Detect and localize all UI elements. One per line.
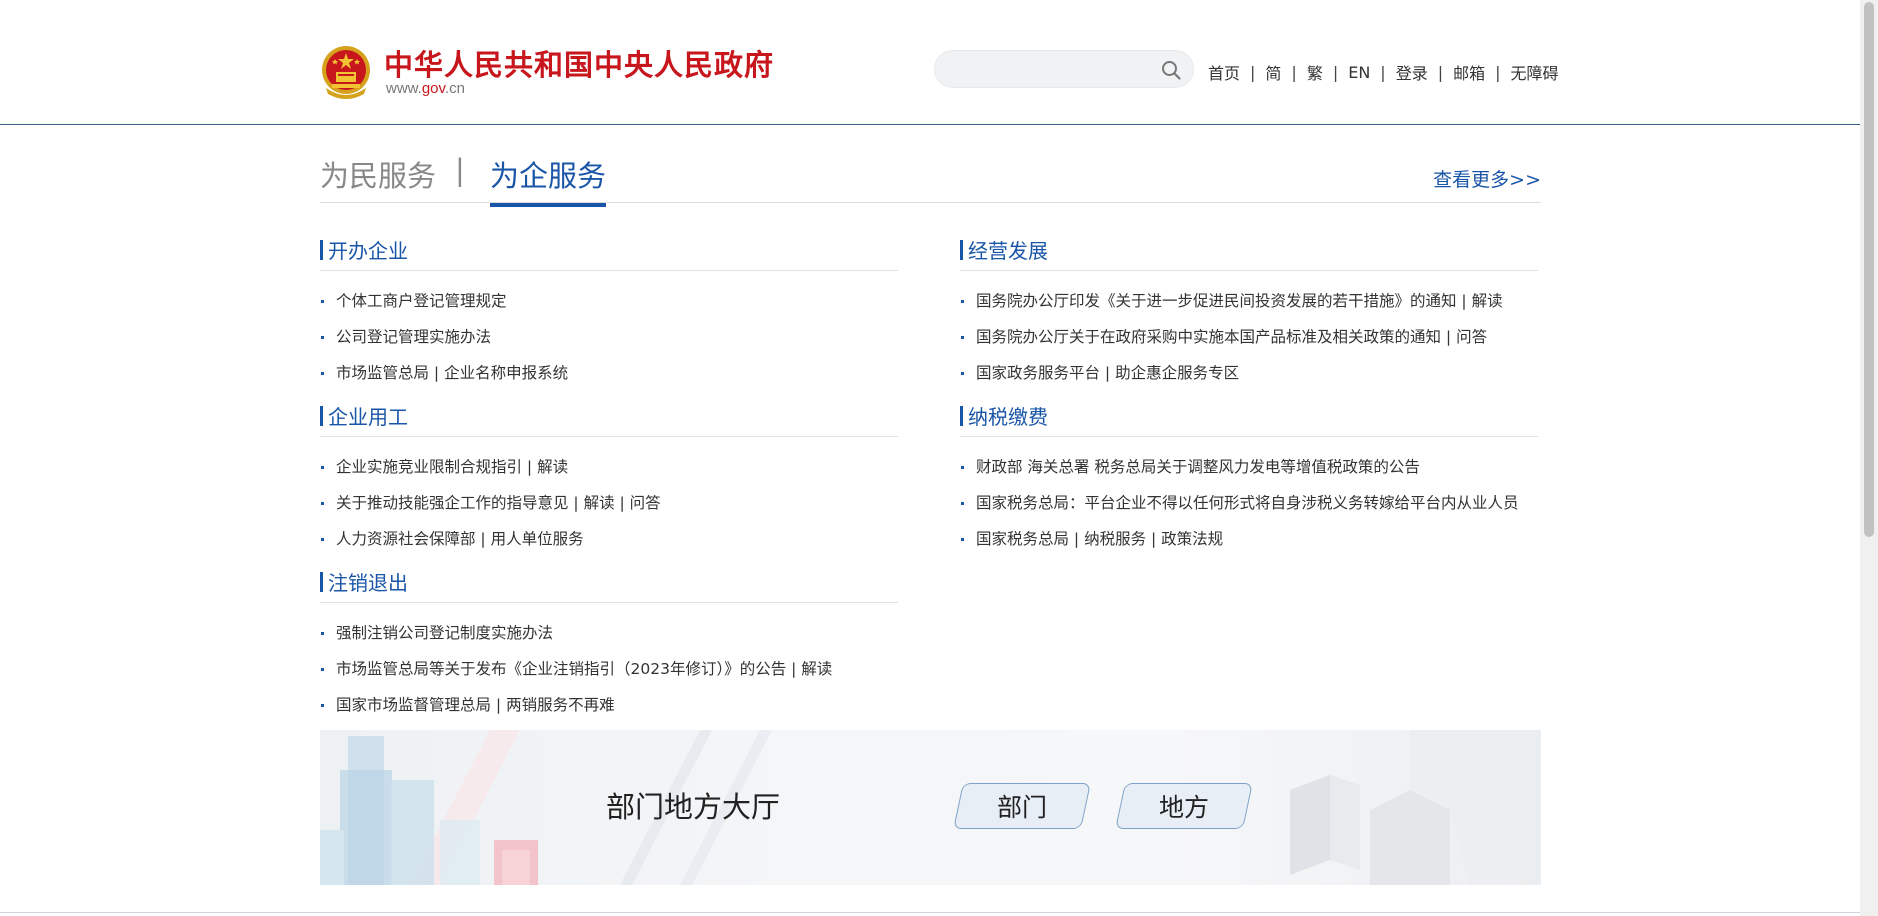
section-title[interactable]: 注销退出 [328, 567, 408, 596]
list-item-link[interactable]: 市场监管总局 | 企业名称申报系统 [336, 364, 568, 382]
department-button[interactable]: 部门 [953, 783, 1091, 829]
nav-separator: | [1495, 62, 1501, 82]
list-item: 企业实施竞业限制合规指引 | 解读 [320, 449, 898, 485]
list-item-link[interactable]: 国家税务总局：平台企业不得以任何形式将自身涉税义务转嫁给平台内从业人员 [976, 494, 1519, 512]
top-nav: 首页 | 简 | 繁 | EN | 登录 | 邮箱 | 无障碍 [1208, 60, 1559, 84]
list-item: 强制注销公司登记制度实施办法 [320, 615, 898, 651]
section-tax-payment: 纳税缴费 财政部 海关总署 税务总局关于调整风力发电等增值税政策的公告 国家税务… [960, 401, 1538, 557]
section-title[interactable]: 经营发展 [968, 235, 1048, 264]
page-bottom-divider [0, 912, 1860, 913]
list-item: 国务院办公厅印发《关于进一步促进民间投资发展的若干措施》的通知 | 解读 [960, 283, 1538, 319]
tab-citizen-services[interactable]: 为民服务 [320, 153, 436, 195]
list-item-link[interactable]: 人力资源社会保障部 | 用人单位服务 [336, 530, 584, 548]
list-item: 国家税务总局 | 纳税服务 | 政策法规 [960, 521, 1538, 557]
list-item: 国务院办公厅关于在政府采购中实施本国产品标准及相关政策的通知 | 问答 [960, 319, 1538, 355]
list-item: 关于推动技能强企工作的指导意见 | 解读 | 问答 [320, 485, 898, 521]
nav-separator: | [1291, 62, 1297, 82]
section-title[interactable]: 开办企业 [328, 235, 408, 264]
section-business-development: 经营发展 国务院办公厅印发《关于进一步促进民间投资发展的若干措施》的通知 | 解… [960, 235, 1538, 391]
site-url: www.gov.cn [386, 80, 465, 97]
local-button-label: 地方 [1158, 793, 1209, 822]
section-start-business: 开办企业 个体工商户登记管理规定 公司登记管理实施办法 市场监管总局 | 企业名… [320, 235, 898, 391]
section-list: 强制注销公司登记制度实施办法 市场监管总局等关于发布《企业注销指引（2023年修… [320, 603, 898, 723]
department-button-label: 部门 [996, 793, 1047, 822]
nav-separator: | [1250, 62, 1256, 82]
list-item: 国家税务总局：平台企业不得以任何形式将自身涉税义务转嫁给平台内从业人员 [960, 485, 1538, 521]
site-header: 中华人民共和国中央人民政府 www.gov.cn 首页 | 简 | 繁 | EN… [0, 0, 1860, 125]
section-title[interactable]: 纳税缴费 [968, 401, 1048, 430]
national-emblem-icon[interactable] [320, 44, 372, 100]
search-icon[interactable] [1161, 60, 1181, 80]
list-item-link[interactable]: 国家政务服务平台 | 助企惠企服务专区 [976, 364, 1239, 382]
section-header: 企业用工 [320, 401, 898, 437]
section-header: 经营发展 [960, 235, 1538, 271]
nav-mail[interactable]: 邮箱 [1453, 60, 1485, 84]
nav-traditional[interactable]: 繁 [1307, 60, 1323, 84]
left-column: 开办企业 个体工商户登记管理规定 公司登记管理实施办法 市场监管总局 | 企业名… [320, 235, 898, 733]
nav-accessibility[interactable]: 无障碍 [1511, 60, 1559, 84]
department-local-hall-banner: 部门地方大厅 部门 地方 [320, 730, 1541, 885]
site-title[interactable]: 中华人民共和国中央人民政府 [384, 42, 774, 84]
scrollbar-thumb[interactable] [1864, 2, 1874, 537]
url-prefix: www. [386, 80, 422, 97]
url-suffix: .cn [444, 80, 465, 97]
section-title[interactable]: 企业用工 [328, 401, 408, 430]
service-tabs: 为民服务 | 为企服务 查看更多>> [320, 125, 1541, 207]
list-item-link[interactable]: 强制注销公司登记制度实施办法 [336, 624, 553, 642]
list-item-link[interactable]: 市场监管总局等关于发布《企业注销指引（2023年修订）》的公告 | 解读 [336, 660, 832, 678]
section-list: 企业实施竞业限制合规指引 | 解读 关于推动技能强企工作的指导意见 | 解读 |… [320, 437, 898, 557]
list-item-link[interactable]: 企业实施竞业限制合规指引 | 解读 [336, 458, 568, 476]
section-employment: 企业用工 企业实施竞业限制合规指引 | 解读 关于推动技能强企工作的指导意见 |… [320, 401, 898, 557]
nav-login[interactable]: 登录 [1396, 60, 1428, 84]
vertical-scrollbar[interactable] [1860, 0, 1878, 916]
nav-simplified[interactable]: 简 [1265, 60, 1281, 84]
list-item-link[interactable]: 国家税务总局 | 纳税服务 | 政策法规 [976, 530, 1223, 548]
city-buildings-illustration [320, 730, 1541, 885]
nav-home[interactable]: 首页 [1208, 60, 1240, 84]
section-list: 财政部 海关总署 税务总局关于调整风力发电等增值税政策的公告 国家税务总局：平台… [960, 437, 1538, 557]
section-header: 注销退出 [320, 567, 898, 603]
search-input[interactable] [951, 57, 1151, 81]
list-item-link[interactable]: 国务院办公厅关于在政府采购中实施本国产品标准及相关政策的通知 | 问答 [976, 328, 1487, 346]
nav-separator: | [1380, 62, 1386, 82]
nav-separator: | [1437, 62, 1444, 82]
right-column: 经营发展 国务院办公厅印发《关于进一步促进民间投资发展的若干措施》的通知 | 解… [960, 235, 1538, 567]
url-highlight: gov [421, 80, 445, 97]
section-list: 国务院办公厅印发《关于进一步促进民间投资发展的若干措施》的通知 | 解读 国务院… [960, 271, 1538, 391]
list-item: 国家政务服务平台 | 助企惠企服务专区 [960, 355, 1538, 391]
section-deregistration: 注销退出 强制注销公司登记制度实施办法 市场监管总局等关于发布《企业注销指引（2… [320, 567, 898, 723]
tab-enterprise-services[interactable]: 为企服务 [490, 153, 607, 207]
list-item-link[interactable]: 国家市场监督管理总局 | 两销服务不再难 [336, 696, 615, 714]
section-header: 纳税缴费 [960, 401, 1538, 437]
banner-title: 部门地方大厅 [606, 790, 781, 824]
local-button[interactable]: 地方 [1115, 783, 1253, 829]
list-item-link[interactable]: 国务院办公厅印发《关于进一步促进民间投资发展的若干措施》的通知 | 解读 [976, 292, 1503, 310]
list-item-link[interactable]: 个体工商户登记管理规定 [336, 292, 507, 310]
nav-english[interactable]: EN [1348, 63, 1370, 82]
list-item-link[interactable]: 财政部 海关总署 税务总局关于调整风力发电等增值税政策的公告 [976, 458, 1420, 476]
tab-divider: | [455, 153, 465, 187]
view-more-link[interactable]: 查看更多>> [1433, 165, 1541, 192]
section-list: 个体工商户登记管理规定 公司登记管理实施办法 市场监管总局 | 企业名称申报系统 [320, 271, 898, 391]
list-item: 市场监管总局等关于发布《企业注销指引（2023年修订）》的公告 | 解读 [320, 651, 898, 687]
list-item: 财政部 海关总署 税务总局关于调整风力发电等增值税政策的公告 [960, 449, 1538, 485]
list-item: 国家市场监督管理总局 | 两销服务不再难 [320, 687, 898, 723]
list-item: 公司登记管理实施办法 [320, 319, 898, 355]
list-item: 市场监管总局 | 企业名称申报系统 [320, 355, 898, 391]
nav-separator: | [1332, 62, 1339, 82]
search-box [934, 50, 1194, 88]
list-item: 人力资源社会保障部 | 用人单位服务 [320, 521, 898, 557]
list-item-link[interactable]: 关于推动技能强企工作的指导意见 | 解读 | 问答 [336, 494, 661, 512]
list-item-link[interactable]: 公司登记管理实施办法 [336, 328, 491, 346]
section-header: 开办企业 [320, 235, 898, 271]
list-item: 个体工商户登记管理规定 [320, 283, 898, 319]
